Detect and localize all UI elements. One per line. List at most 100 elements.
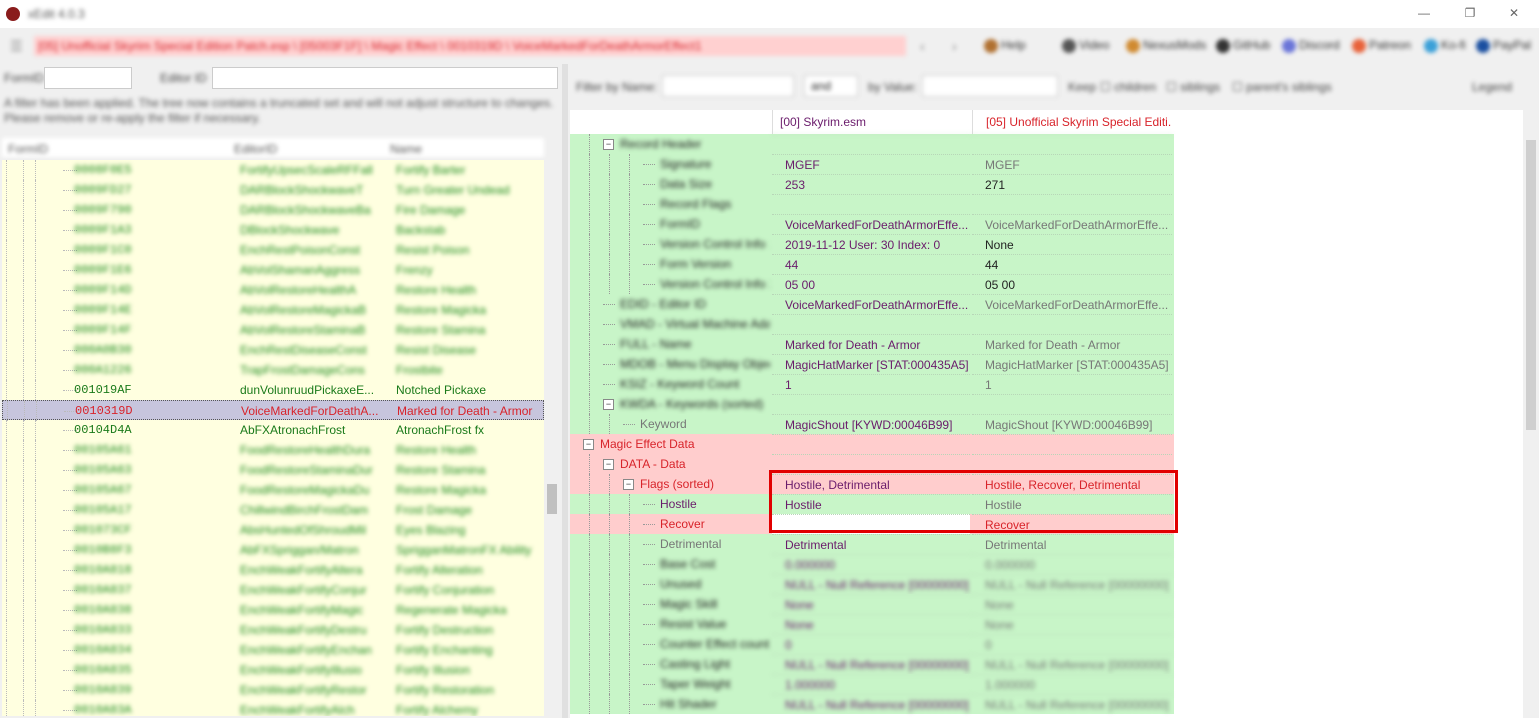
toolbar-link-patreon[interactable]: Patreon	[1352, 38, 1411, 53]
legend-button[interactable]: Legend	[1472, 80, 1512, 94]
column-master-header[interactable]: [00] Skyrim.esm	[772, 110, 970, 134]
record-row[interactable]: 0009F1C0 EnchRestPoisonConst Resist Poison	[2, 240, 544, 260]
field-row[interactable]: Version Control Info 2 05 00 05 00	[570, 274, 1174, 294]
keep-parent-siblings-checkbox[interactable]: ☐ parent's siblings	[1232, 80, 1332, 94]
keep-children-checkbox[interactable]: ☐ children	[1100, 80, 1156, 94]
record-row[interactable]: 000A0B30 EnchRestDiseaseConst Resist Disea…	[2, 340, 544, 360]
record-row[interactable]: 001019AF dunVolunruudPickaxeE... Notched P…	[2, 380, 544, 400]
field-row[interactable]: Detrimental Detrimental Detrimental	[570, 534, 1174, 554]
col-name[interactable]: Name	[390, 142, 422, 156]
collapse-icon[interactable]: −	[603, 399, 614, 410]
toolbar-link-help[interactable]: Help	[984, 38, 1026, 53]
field-name: Recover	[660, 517, 705, 531]
field-row[interactable]: Keyword MagicShout [KYWD:00046B99] MagicSh…	[570, 414, 1174, 434]
record-formid: 0009FD27	[74, 183, 132, 197]
grid-scrollbar[interactable]	[1523, 110, 1539, 718]
col-editorid[interactable]: EditorID	[234, 142, 277, 156]
field-row[interactable]: Record Flags	[570, 194, 1174, 214]
record-row[interactable]: 0009F14F AbVolRestoreStaminaB Restore Stam…	[2, 320, 544, 340]
collapse-icon[interactable]: −	[603, 139, 614, 150]
record-row[interactable]: 0010A833 EnchWeakFortifyDestru Fortify Des…	[2, 620, 544, 640]
record-row[interactable]: 00105A63 FoodRestoreStaminaDur Restore Sta…	[2, 460, 544, 480]
record-name: Regenerate Magicka	[396, 603, 507, 617]
field-row[interactable]: FormID VoiceMarkedForDeathArmorEffe... Voi…	[570, 214, 1174, 234]
field-row[interactable]: MDOB - Menu Display Object MagicHatMarker…	[570, 354, 1174, 374]
record-name: Notched Pickaxe	[396, 383, 487, 397]
column-plugin-header[interactable]: [05] Unofficial Skyrim Special Editi...	[972, 110, 1172, 134]
field-row[interactable]: Resist Value None None	[570, 614, 1174, 634]
field-row[interactable]: − KWDA - Keywords (sorted)	[570, 394, 1174, 414]
record-row[interactable]: 0010A839 EnchWeakFortifyRestor Fortify Res…	[2, 680, 544, 700]
record-row[interactable]: 0009F1A3 DBlockShockwave Backstab	[2, 220, 544, 240]
field-row[interactable]: Magic Skill None None	[570, 594, 1174, 614]
editorid-filter-input[interactable]	[212, 67, 558, 89]
record-row[interactable]: 0010319D VoiceMarkedForDeathA... Marked fo…	[2, 400, 544, 421]
record-row[interactable]: 0010A83A EnchWeakFortifyAlch Fortify Alche…	[2, 700, 544, 716]
record-row[interactable]: 0010A837 EnchWeakFortifyConjur Fortify Con…	[2, 580, 544, 600]
collapse-icon[interactable]: −	[623, 479, 634, 490]
record-row[interactable]: 0009F790 DARBlockShockwaveBa Fire Damage	[2, 200, 544, 220]
keep-siblings-checkbox[interactable]: ☐ siblings	[1166, 80, 1220, 94]
toolbar-link-video[interactable]: Video	[1062, 38, 1109, 53]
field-row[interactable]: Taper Weight 1.000000 1.000000	[570, 674, 1174, 694]
toolbar-link-ko-fi[interactable]: Ko-fi	[1424, 38, 1466, 53]
field-name: Form Version	[660, 257, 732, 271]
record-row[interactable]: 00104D4A AbFXAtronachFrost AtronachFrost f…	[2, 420, 544, 440]
toolbar-link-nexusmods[interactable]: NexusMods	[1126, 38, 1206, 53]
record-row[interactable]: 0010A835 EnchWeakFortifyIllusio Fortify Il…	[2, 660, 544, 680]
field-row[interactable]: FULL - Name Marked for Death - Armor Marke…	[570, 334, 1174, 354]
record-row[interactable]: 00105A67 FoodRestoreMagickaDu Restore Magi…	[2, 480, 544, 500]
forward-button[interactable]: ›	[952, 38, 957, 54]
record-name: Frostbite	[396, 363, 443, 377]
field-row[interactable]: Data Size 253 271	[570, 174, 1174, 194]
field-row[interactable]: − Record Header	[570, 134, 1174, 154]
record-row[interactable]: 0009FD27 DARBlockShockwaveT Turn Greater U…	[2, 180, 544, 200]
record-row[interactable]: 0010B8F3 AbFXSpriggan/Matron SprigganMatro…	[2, 540, 544, 560]
record-row[interactable]: 0008F0E5 FortifyUpsecScaleRFFall Fortify B…	[2, 160, 544, 180]
record-row[interactable]: 00105A17 ChillwindBirchFrostDam Frost Dama…	[2, 500, 544, 520]
field-row[interactable]: Base Cost 0.000000 0.000000	[570, 554, 1174, 574]
record-row[interactable]: 0010A818 EnchWeakFortifyAltera Fortify Alt…	[2, 560, 544, 580]
field-row[interactable]: EDID - Editor ID VoiceMarkedForDeathArmor…	[570, 294, 1174, 314]
formid-filter-input[interactable]	[44, 67, 132, 89]
record-row[interactable]: 00105A61 FoodRestoreHealthDura Restore Hea…	[2, 440, 544, 460]
collapse-icon[interactable]: −	[603, 459, 614, 470]
record-row[interactable]: 0010A834 EnchWeakFortifyEnchan Fortify Enc…	[2, 640, 544, 660]
collapse-icon[interactable]: −	[583, 439, 594, 450]
col-formid[interactable]: FormID	[8, 142, 48, 156]
filter-name-input[interactable]	[662, 75, 794, 97]
filter-and-select[interactable]: and	[804, 75, 858, 97]
editorid-filter-label: Editor ID	[160, 71, 207, 85]
record-row[interactable]: 0009F1E6 AbVolShamanAggress Frenzy	[2, 260, 544, 280]
minimize-icon[interactable]: —	[1416, 6, 1432, 22]
maximize-icon[interactable]: ❐	[1462, 6, 1478, 22]
field-row[interactable]: Hit Shader NULL - Null Reference [0000000…	[570, 694, 1174, 714]
filter-value-input[interactable]	[922, 75, 1058, 97]
plugin-value: 271	[972, 174, 1172, 194]
pane-splitter[interactable]	[562, 64, 568, 718]
record-row[interactable]: 0009F14D AbVolRestoreHealthA Restore Healt…	[2, 280, 544, 300]
field-row[interactable]: Version Control Info 1 2019-11-12 User: 3…	[570, 234, 1174, 254]
back-button[interactable]: ‹	[920, 38, 925, 54]
record-formid: 0010A834	[74, 643, 132, 657]
toolbar-link-discord[interactable]: Discord	[1282, 38, 1340, 53]
field-row[interactable]: Counter Effect count 0 0	[570, 634, 1174, 654]
field-row[interactable]: − Magic Effect Data	[570, 434, 1174, 454]
field-row[interactable]: Form Version 44 44	[570, 254, 1174, 274]
toolbar-link-paypal[interactable]: PayPal	[1476, 38, 1531, 53]
toolbar-link-github[interactable]: GitHub	[1216, 38, 1270, 53]
record-row[interactable]: 0009F14E AbVolRestoreMagickaB Restore Magi…	[2, 300, 544, 320]
menu-icon[interactable]: ☰	[10, 38, 23, 55]
field-row[interactable]: Unused NULL - Null Reference [00000000] NU…	[570, 574, 1174, 594]
field-row[interactable]: KSIZ - Keyword Count 1 1	[570, 374, 1174, 394]
field-row[interactable]: Signature MGEF MGEF	[570, 154, 1174, 174]
record-row[interactable]: 000A1226 TrapFrostDamageCons Frostbite	[2, 360, 544, 380]
tree-scrollbar[interactable]	[545, 160, 559, 716]
record-row[interactable]: 001073CF AbsHuntedOfShroudMil Eyes Blazing	[2, 520, 544, 540]
record-row[interactable]: 0010A838 EnchWeakFortifyMagic Regenerate M…	[2, 600, 544, 620]
field-row[interactable]: VMAD - Virtual Machine Ada	[570, 314, 1174, 334]
field-row[interactable]: Casting Light NULL - Null Reference [0000…	[570, 654, 1174, 674]
tree-column-header: FormID EditorID Name	[2, 138, 544, 159]
close-icon[interactable]: ✕	[1506, 6, 1522, 22]
record-name: Restore Magicka	[396, 483, 487, 497]
